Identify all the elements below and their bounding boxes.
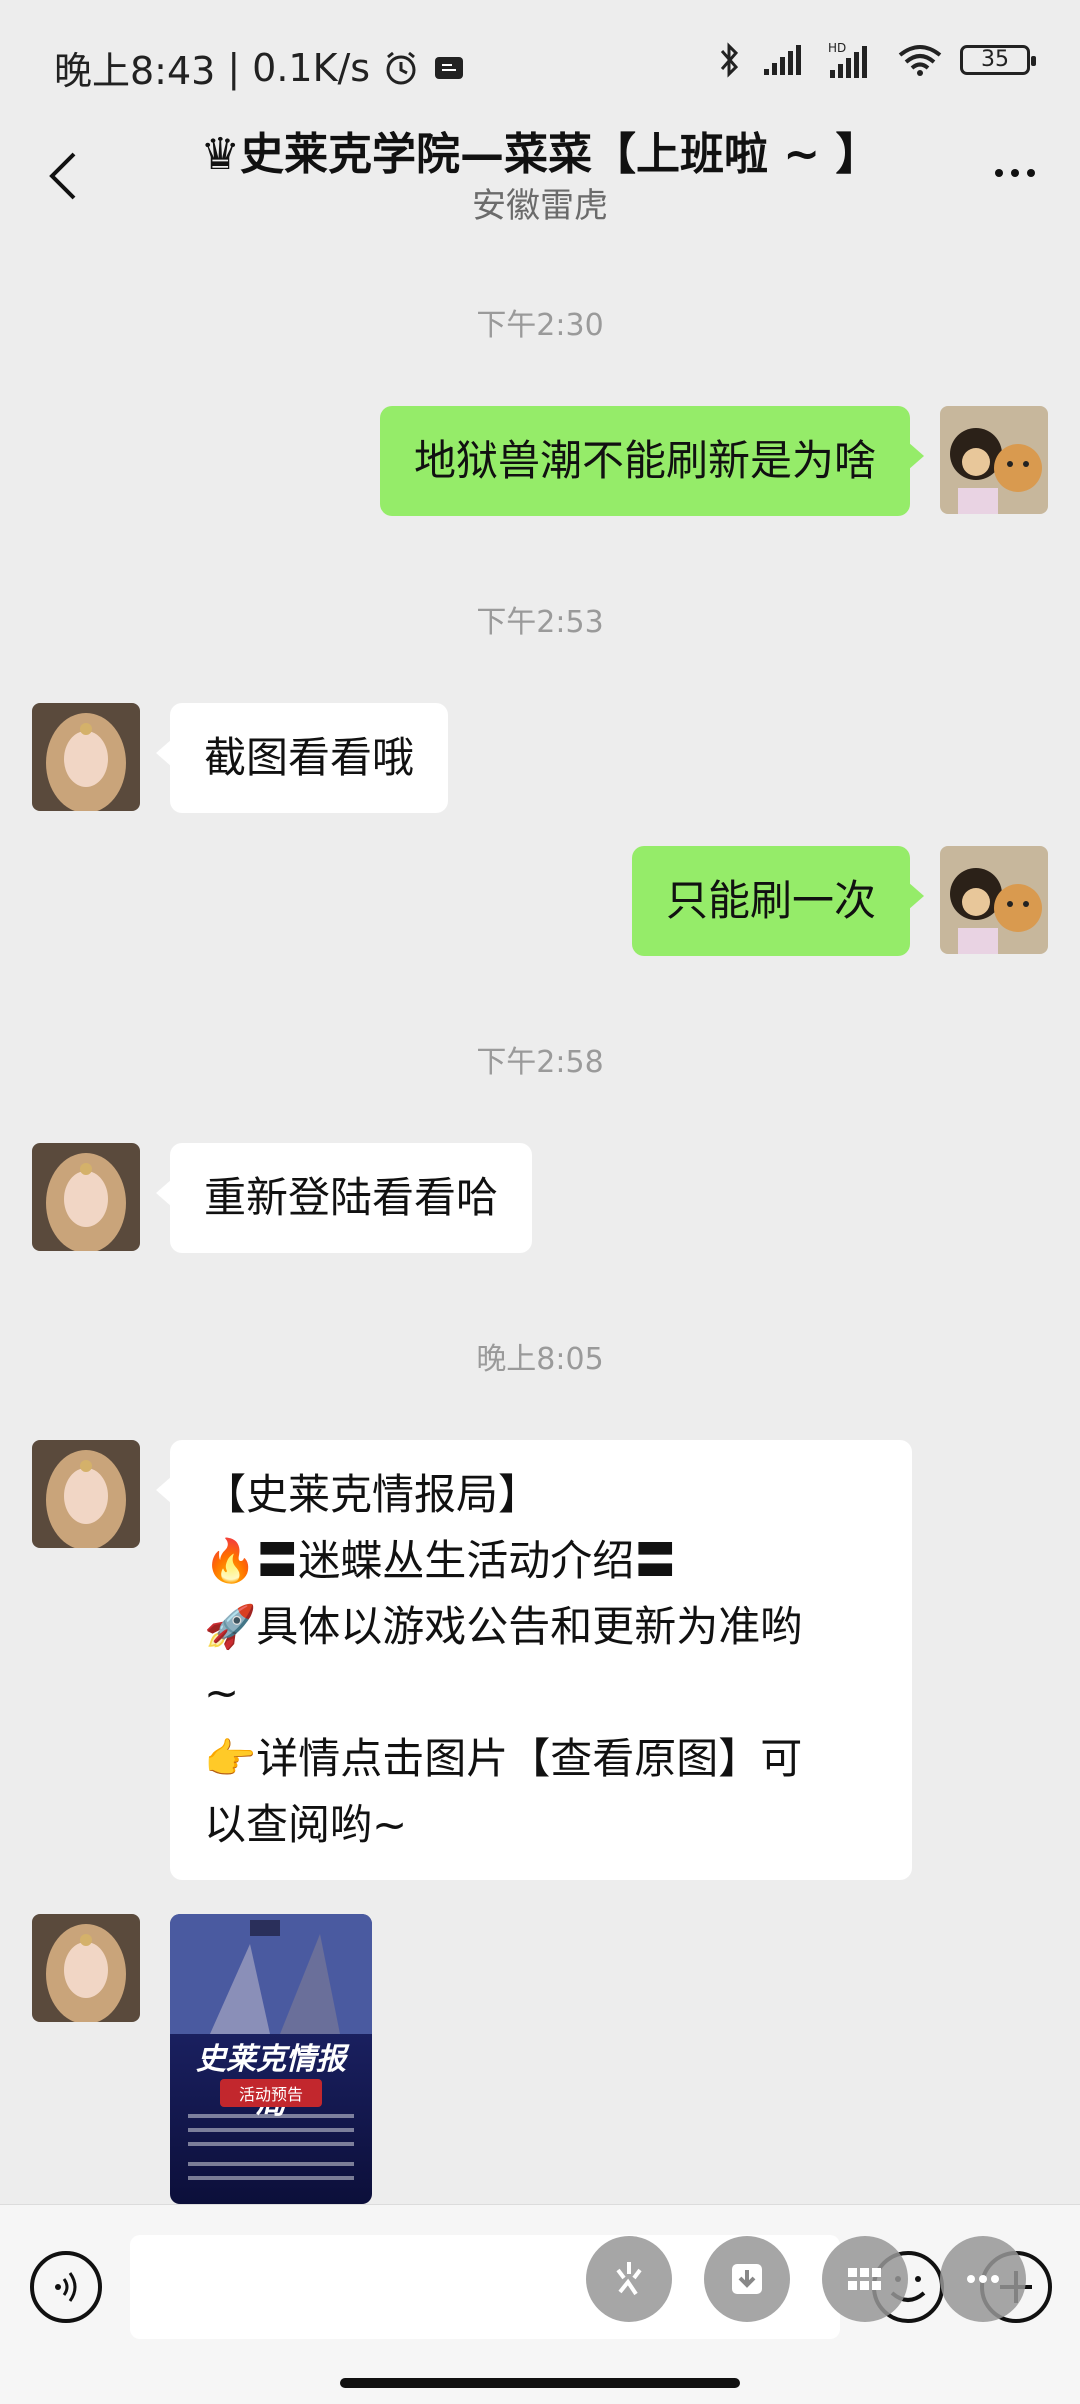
timestamp: 下午2:30 <box>476 308 604 343</box>
poster-title: 史莱克情报局 <box>196 2042 346 2121</box>
dog-cat-avatar-icon <box>940 406 1048 514</box>
contact-avatar[interactable] <box>32 1440 140 1548</box>
poster-text-line <box>188 2162 354 2166</box>
poster-subtitle: 活动预告 <box>220 2079 322 2107</box>
more-actions-button[interactable] <box>940 2236 1026 2322</box>
signal-icon <box>764 45 801 75</box>
message-line: 🔥〓迷蝶丛生活动介绍〓 <box>204 1536 677 1585</box>
message-bubble-incoming[interactable]: 【史莱克情报局】 🔥〓迷蝶丛生活动介绍〓 🚀具体以游戏公告和更新为准哟 ~ 👉详… <box>156 1440 912 1880</box>
status-right: HD 35 <box>716 40 1036 80</box>
my-avatar[interactable] <box>940 406 1048 514</box>
download-icon <box>732 2264 762 2294</box>
alarm-icon <box>386 51 416 84</box>
more-dot <box>1027 169 1035 177</box>
wifi-icon <box>898 45 942 76</box>
voice-input-button[interactable] <box>30 2251 102 2323</box>
input-bar <box>0 2204 1080 2404</box>
message-line: ~ <box>204 1668 240 1717</box>
svg-text:HD: HD <box>828 41 846 55</box>
poster-text-line <box>188 2176 354 2180</box>
timestamp: 下午2:58 <box>476 1045 604 1080</box>
home-indicator[interactable] <box>340 2378 740 2388</box>
chat-subtitle: 安徽雷虎 <box>472 186 608 226</box>
poster-text-line <box>188 2114 354 2118</box>
message-bubble-incoming[interactable]: 截图看看哦 <box>155 703 449 813</box>
poster-art-icon <box>170 1914 372 2034</box>
timestamp: 下午2:53 <box>476 605 604 640</box>
message-bubble-incoming[interactable]: 重新登陆看看哈 <box>155 1143 533 1253</box>
girl-avatar-icon <box>32 1440 140 1548</box>
message-bubble-outgoing[interactable]: 只能刷一次 <box>631 846 925 956</box>
battery-level: 35 <box>981 47 1009 72</box>
contact-avatar[interactable] <box>32 1914 140 2022</box>
message-line: 【史莱克情报局】 <box>204 1470 541 1519</box>
dog-cat-avatar-icon <box>940 846 1048 954</box>
quick-action-button[interactable] <box>586 2236 672 2322</box>
signal-hd-icon: HD <box>828 41 867 78</box>
girl-avatar-icon <box>32 1914 140 2022</box>
more-options-button[interactable] <box>980 138 1050 208</box>
timestamp: 晚上8:05 <box>476 1342 604 1377</box>
back-arrow-icon[interactable] <box>30 140 100 210</box>
grid-menu-button[interactable] <box>822 2236 908 2322</box>
battery-icon: 35 <box>960 45 1036 75</box>
contact-avatar[interactable] <box>32 703 140 811</box>
image-message[interactable]: 史莱克情报局 活动预告 <box>170 1914 372 2204</box>
message-line: 🚀具体以游戏公告和更新为准哟 <box>204 1602 803 1651</box>
grid-icon <box>848 2268 881 2290</box>
download-button[interactable] <box>704 2236 790 2322</box>
notification-icon <box>435 56 464 79</box>
contact-avatar[interactable] <box>32 1143 140 1251</box>
chat-header: ♛史莱克学院—菜菜【上班啦 ~ 】 安徽雷虎 <box>0 110 1080 238</box>
poster-text-line <box>188 2128 354 2132</box>
status-left: 晚上8:43 | 0.1K/s <box>54 40 466 95</box>
message-line: 👉详情点击图片【查看原图】可 <box>204 1734 803 1783</box>
voice-icon <box>55 2272 77 2302</box>
network-speed: 0.1K/s <box>252 45 371 90</box>
ellipsis-icon <box>967 2275 999 2283</box>
girl-avatar-icon <box>32 703 140 811</box>
bluetooth-icon <box>720 42 739 78</box>
girl-avatar-icon <box>32 1143 140 1251</box>
status-time: 晚上8:43 <box>54 49 216 93</box>
chat-title: ♛史莱克学院—菜菜【上班啦 ~ 】 <box>200 129 880 180</box>
more-dot <box>995 169 1003 177</box>
more-dot <box>1011 169 1019 177</box>
message-line: 以查阅哟~ <box>204 1800 408 1849</box>
spark-icon <box>616 2262 642 2296</box>
my-avatar[interactable] <box>940 846 1048 954</box>
status-divider: | <box>227 45 241 90</box>
poster-text-line <box>188 2142 354 2146</box>
message-bubble-outgoing[interactable]: 地狱兽潮不能刷新是为啥 <box>379 406 925 516</box>
